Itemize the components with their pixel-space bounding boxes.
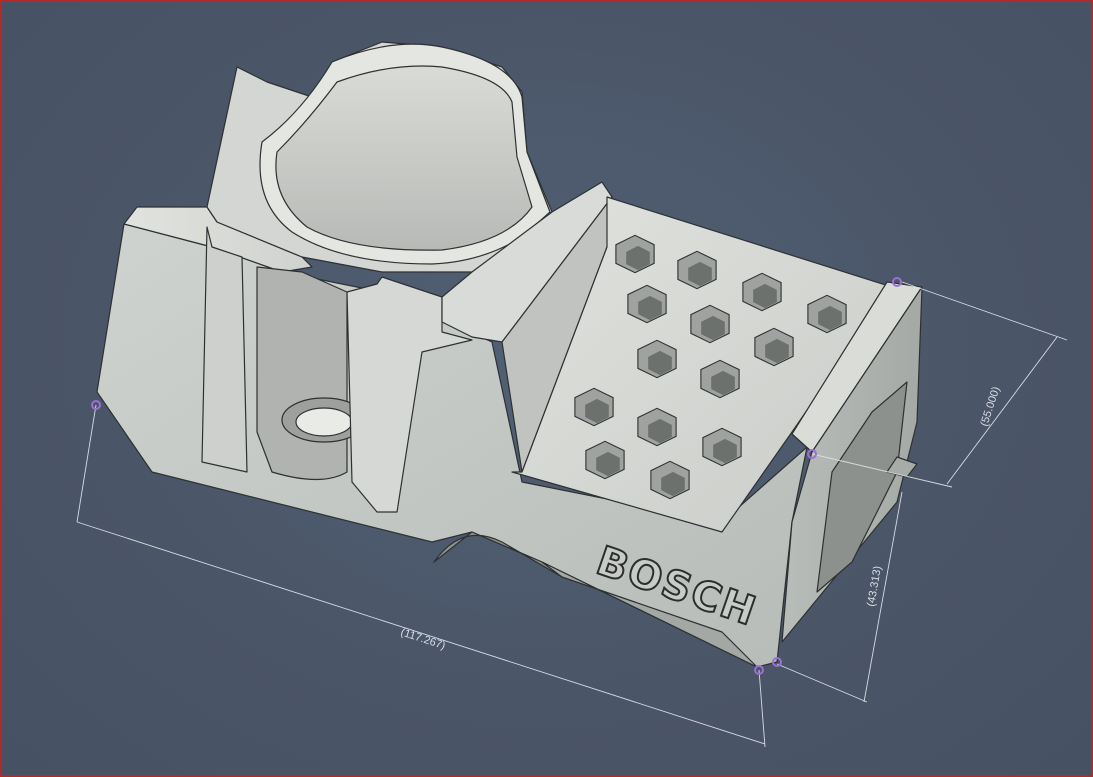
left-post bbox=[201, 226, 248, 473]
3d-viewport[interactable]: BOSCH (117.267) (55.000) (43.313) bbox=[0, 0, 1093, 777]
model-canvas[interactable]: BOSCH (117.267) (55.000) (43.313) bbox=[2, 2, 1093, 777]
dimension-depth-label[interactable]: (55.000) bbox=[978, 385, 1002, 428]
dimension-length-label[interactable]: (117.267) bbox=[399, 626, 447, 652]
tool-holder-model[interactable] bbox=[96, 41, 923, 668]
handle-slot bbox=[256, 266, 348, 481]
dimension-height-label[interactable]: (43.313) bbox=[865, 565, 884, 607]
